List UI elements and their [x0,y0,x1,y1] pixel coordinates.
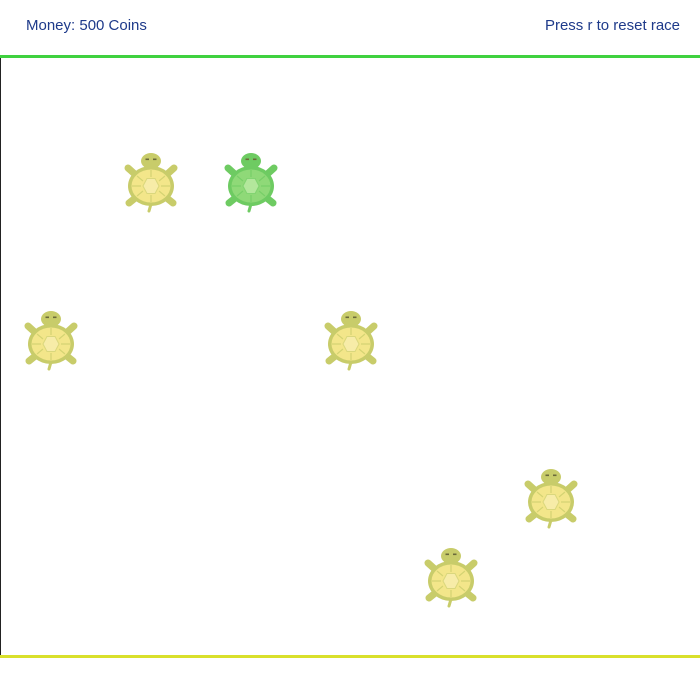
shell-center [542,494,560,510]
turtle-3[interactable] [19,308,83,372]
shell-center [42,336,60,352]
turtle-5[interactable] [519,466,583,530]
turtle-1[interactable] [119,150,183,214]
eye [53,316,57,319]
eye [553,474,557,477]
turtle-2[interactable] [219,150,283,214]
turtle-icon [224,153,278,213]
eye [145,158,149,161]
eye [245,158,249,161]
shell-center [442,573,460,589]
eye [445,553,449,556]
reset-hint: Press r to reset race [544,17,680,34]
eye [453,553,457,556]
eye [45,316,49,319]
turtle-4[interactable] [319,308,383,372]
race-track: Money: 500 Coins Press r to reset race [0,0,700,700]
start-line [0,55,700,58]
turtle-icon [124,153,178,213]
shell-center [142,178,160,194]
turtle-icon [324,311,378,371]
eye [545,474,549,477]
shell-center [242,178,260,194]
eye [353,316,357,319]
eye [153,158,157,161]
track-left-edge [0,58,1,655]
turtle-icon [24,311,78,371]
finish-line [0,655,700,658]
turtle-6[interactable] [419,545,483,609]
eye [345,316,349,319]
money-label: Money: 500 Coins [26,17,147,34]
turtle-icon [524,469,578,529]
turtle-icon [424,548,478,608]
shell-center [342,336,360,352]
eye [253,158,257,161]
